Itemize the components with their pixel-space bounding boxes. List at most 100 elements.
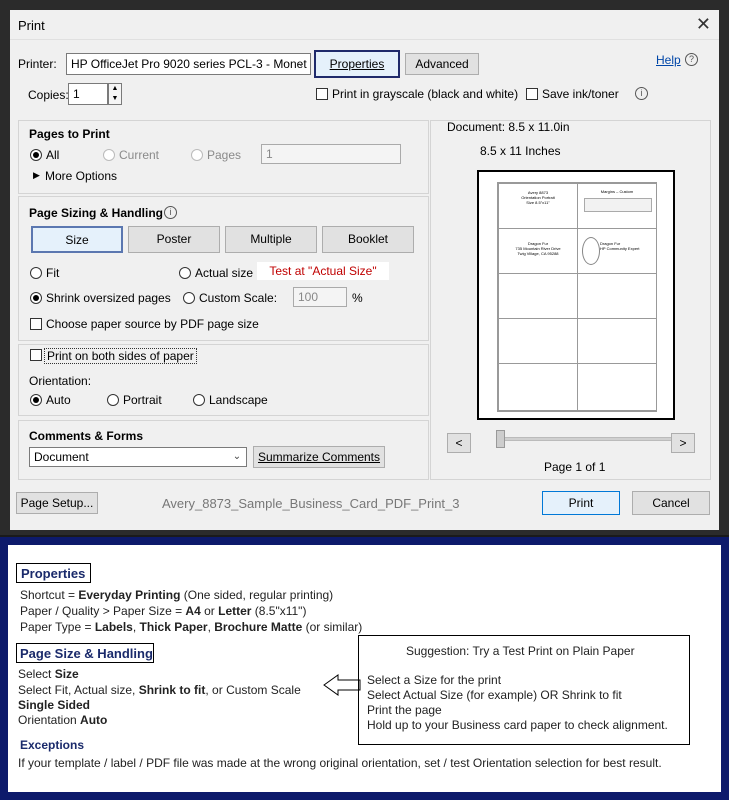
label-cell: Avery 8873 Orientation Portrait Size 8.5… xyxy=(498,183,578,229)
dragon-logo-icon xyxy=(582,237,600,265)
actual-size-label: Actual size xyxy=(195,266,254,280)
fit-label: Fit xyxy=(46,266,60,280)
label-cell: Margins – Custom xyxy=(577,183,657,229)
fit-line: Select Fit, Actual size, Shrink to fit, … xyxy=(18,683,301,697)
pages-range-input[interactable]: 1 xyxy=(261,144,401,164)
page-slider-handle[interactable] xyxy=(496,430,505,448)
shortcut-c: (One sided, regular printing) xyxy=(180,588,334,602)
copies-label: Copies: xyxy=(28,88,69,102)
type-d: Thick Paper xyxy=(139,620,208,634)
exceptions-heading: Exceptions xyxy=(20,738,85,752)
portrait-radio[interactable] xyxy=(107,394,119,406)
suggestion-2: Select Actual Size (for example) OR Shri… xyxy=(367,688,622,702)
paper-b: A4 xyxy=(185,604,201,618)
dialog-title: Print xyxy=(18,18,45,33)
page-setup-button[interactable]: Page Setup... xyxy=(16,492,98,514)
label-cell xyxy=(498,273,578,319)
custom-scale-radio[interactable] xyxy=(183,292,195,304)
suggestion-3: Print the page xyxy=(367,703,442,717)
tab-poster[interactable]: Poster xyxy=(128,226,220,253)
current-label: Current xyxy=(119,148,160,162)
more-options-label[interactable]: More Options xyxy=(45,169,117,183)
type-b: Labels xyxy=(94,620,133,634)
notes-card: Properties Shortcut = Everyday Printing … xyxy=(8,545,721,792)
document-size: Document: 8.5 x 11.0in xyxy=(447,120,570,134)
copies-stepper[interactable]: ▲ ▼ xyxy=(108,83,122,105)
copies-input[interactable]: 1 xyxy=(68,83,108,105)
page-indicator: Page 1 of 1 xyxy=(544,460,606,474)
pages-range-value: 1 xyxy=(266,147,273,161)
fit-c: , or Custom Scale xyxy=(205,683,301,697)
label-text-3: Dragon Fur 735 Mountain River Drive Twig… xyxy=(515,241,561,256)
pages-to-print-panel: Pages to Print All Current Pages 1 ▶ Mor… xyxy=(18,120,429,194)
type-c: , xyxy=(132,620,140,634)
label-cell: Dragon Fur 735 Mountain River Drive Twig… xyxy=(498,228,578,274)
type-g: (or similar) xyxy=(302,620,363,634)
tab-size[interactable]: Size xyxy=(31,226,123,253)
orient-b: Auto xyxy=(80,713,108,727)
print-button[interactable]: Print xyxy=(542,491,620,515)
page-sizing-panel: Page Sizing & Handling i Size Poster Mul… xyxy=(18,196,429,341)
shrink-radio[interactable] xyxy=(30,292,42,304)
page-slider-track[interactable] xyxy=(496,437,672,441)
label-cell xyxy=(577,363,657,411)
notes-frame: Properties Shortcut = Everyday Printing … xyxy=(0,537,729,800)
summarize-label: Summarize Comments xyxy=(257,450,381,464)
all-radio[interactable] xyxy=(30,149,42,161)
label-cell xyxy=(498,318,578,364)
label-cell xyxy=(498,363,578,411)
type-line: Paper Type = Labels, Thick Paper, Brochu… xyxy=(20,620,362,634)
landscape-radio[interactable] xyxy=(193,394,205,406)
label-grid: Avery 8873 Orientation Portrait Size 8.5… xyxy=(497,182,657,412)
shortcut-line: Shortcut = Everyday Printing (One sided,… xyxy=(20,588,333,602)
summarize-comments-button[interactable]: Summarize Comments xyxy=(253,446,385,468)
cancel-button[interactable]: Cancel xyxy=(632,491,710,515)
duplex-checkbox[interactable] xyxy=(30,349,42,361)
sizing-info-icon: i xyxy=(164,206,177,219)
paper-a: Paper / Quality > Paper Size = xyxy=(20,604,186,618)
tab-booklet[interactable]: Booklet xyxy=(322,226,414,253)
properties-heading: Properties xyxy=(21,566,86,581)
properties-label: Properties xyxy=(329,57,385,71)
single-sided: Single Sided xyxy=(18,698,91,712)
select-a: Select xyxy=(18,667,55,681)
printer-select[interactable]: HP OfficeJet Pro 9020 series PCL-3 - Mon… xyxy=(66,53,311,75)
orient-line: Orientation Auto xyxy=(18,713,107,727)
printer-value: HP OfficeJet Pro 9020 series PCL-3 - Mon… xyxy=(71,57,307,71)
save-ink-checkbox[interactable] xyxy=(526,88,538,100)
custom-scale-label: Custom Scale: xyxy=(199,291,278,305)
pages-radio[interactable] xyxy=(191,149,203,161)
help-info-icon: ? xyxy=(685,53,698,66)
paper-source-checkbox[interactable] xyxy=(30,318,42,330)
custom-scale-input[interactable]: 100 xyxy=(293,287,347,307)
grayscale-checkbox[interactable] xyxy=(316,88,328,100)
next-page-button[interactable]: > xyxy=(671,433,695,453)
info-icon: i xyxy=(635,87,648,100)
handling-heading: Page Size & Handling xyxy=(20,646,153,661)
current-radio[interactable] xyxy=(103,149,115,161)
comments-heading: Comments & Forms xyxy=(29,429,144,443)
shortcut-a: Shortcut = xyxy=(20,588,79,602)
comments-select[interactable]: Document ⌄ xyxy=(29,447,247,467)
print-dialog: Print ✕ Printer: HP OfficeJet Pro 9020 s… xyxy=(0,0,729,535)
help-link[interactable]: Help xyxy=(656,53,681,67)
close-icon[interactable]: ✕ xyxy=(696,14,711,35)
select-line: Select Size xyxy=(18,667,79,681)
all-label: All xyxy=(46,148,60,162)
page-sizing-heading: Page Sizing & Handling xyxy=(29,206,164,220)
orient-a: Orientation xyxy=(18,713,81,727)
fit-radio[interactable] xyxy=(30,267,42,279)
comments-value: Document xyxy=(34,450,89,464)
auto-radio[interactable] xyxy=(30,394,42,406)
properties-button[interactable]: Properties xyxy=(314,50,400,78)
advanced-button[interactable]: Advanced xyxy=(405,53,479,75)
paper-line: Paper / Quality > Paper Size = A4 or Let… xyxy=(20,604,306,618)
label-text-2: Margins – Custom xyxy=(600,189,634,194)
pages-to-print-heading: Pages to Print xyxy=(29,127,110,141)
label-cell xyxy=(577,318,657,364)
expand-triangle-icon[interactable]: ▶ xyxy=(33,170,40,181)
actual-size-radio[interactable] xyxy=(179,267,191,279)
exceptions-text: If your template / label / PDF file was … xyxy=(18,756,662,770)
prev-page-button[interactable]: < xyxy=(447,433,471,453)
tab-multiple[interactable]: Multiple xyxy=(225,226,317,253)
